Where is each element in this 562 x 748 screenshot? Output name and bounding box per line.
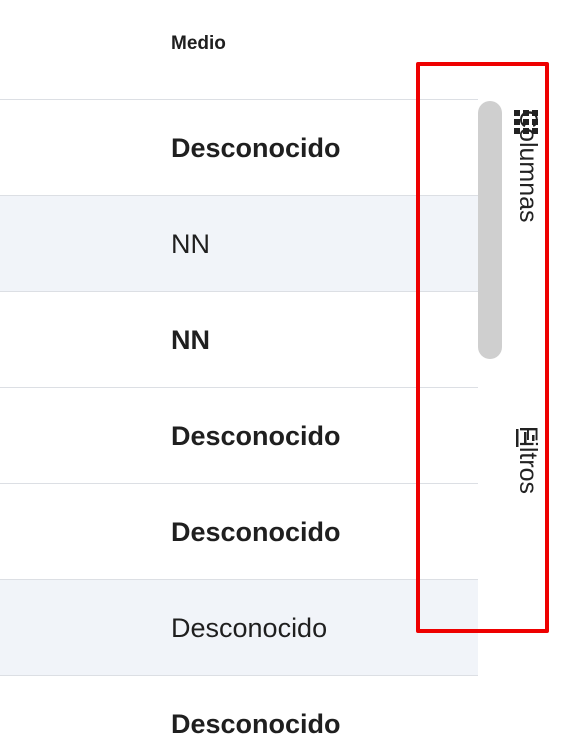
filters-panel-label: Filtros (514, 426, 542, 495)
table-row[interactable]: Desconocido (0, 100, 478, 196)
table-row[interactable]: NN (0, 196, 478, 292)
cell-medio: Desconocido (171, 709, 341, 739)
filters-panel-button[interactable]: Filtros (500, 426, 550, 556)
cell-medio: Desconocido (171, 133, 341, 163)
table-row[interactable]: Desconocido (0, 388, 478, 484)
cell-medio: Desconocido (171, 613, 328, 643)
columns-panel-button[interactable]: Columnas (500, 110, 550, 290)
table-row[interactable]: Desconocido (0, 580, 478, 676)
column-header-medio[interactable]: Medio (171, 33, 226, 55)
cell-medio: Desconocido (171, 517, 341, 547)
table-row[interactable]: NN (0, 292, 478, 388)
columns-panel-label: Columnas (514, 110, 542, 223)
vertical-scrollbar-thumb[interactable] (478, 101, 502, 359)
cell-medio: Desconocido (171, 421, 341, 451)
table-row[interactable]: Desconocido (0, 676, 478, 748)
cell-medio: NN (171, 229, 210, 259)
cell-medio: NN (171, 325, 210, 355)
data-grid: Medio Ca Desconocido NN NN Desconocido D… (0, 0, 478, 748)
data-grid-viewport: Medio Ca Desconocido NN NN Desconocido D… (0, 0, 562, 748)
grid-header: Medio Ca (0, 0, 478, 100)
table-row[interactable]: Desconocido (0, 484, 478, 580)
